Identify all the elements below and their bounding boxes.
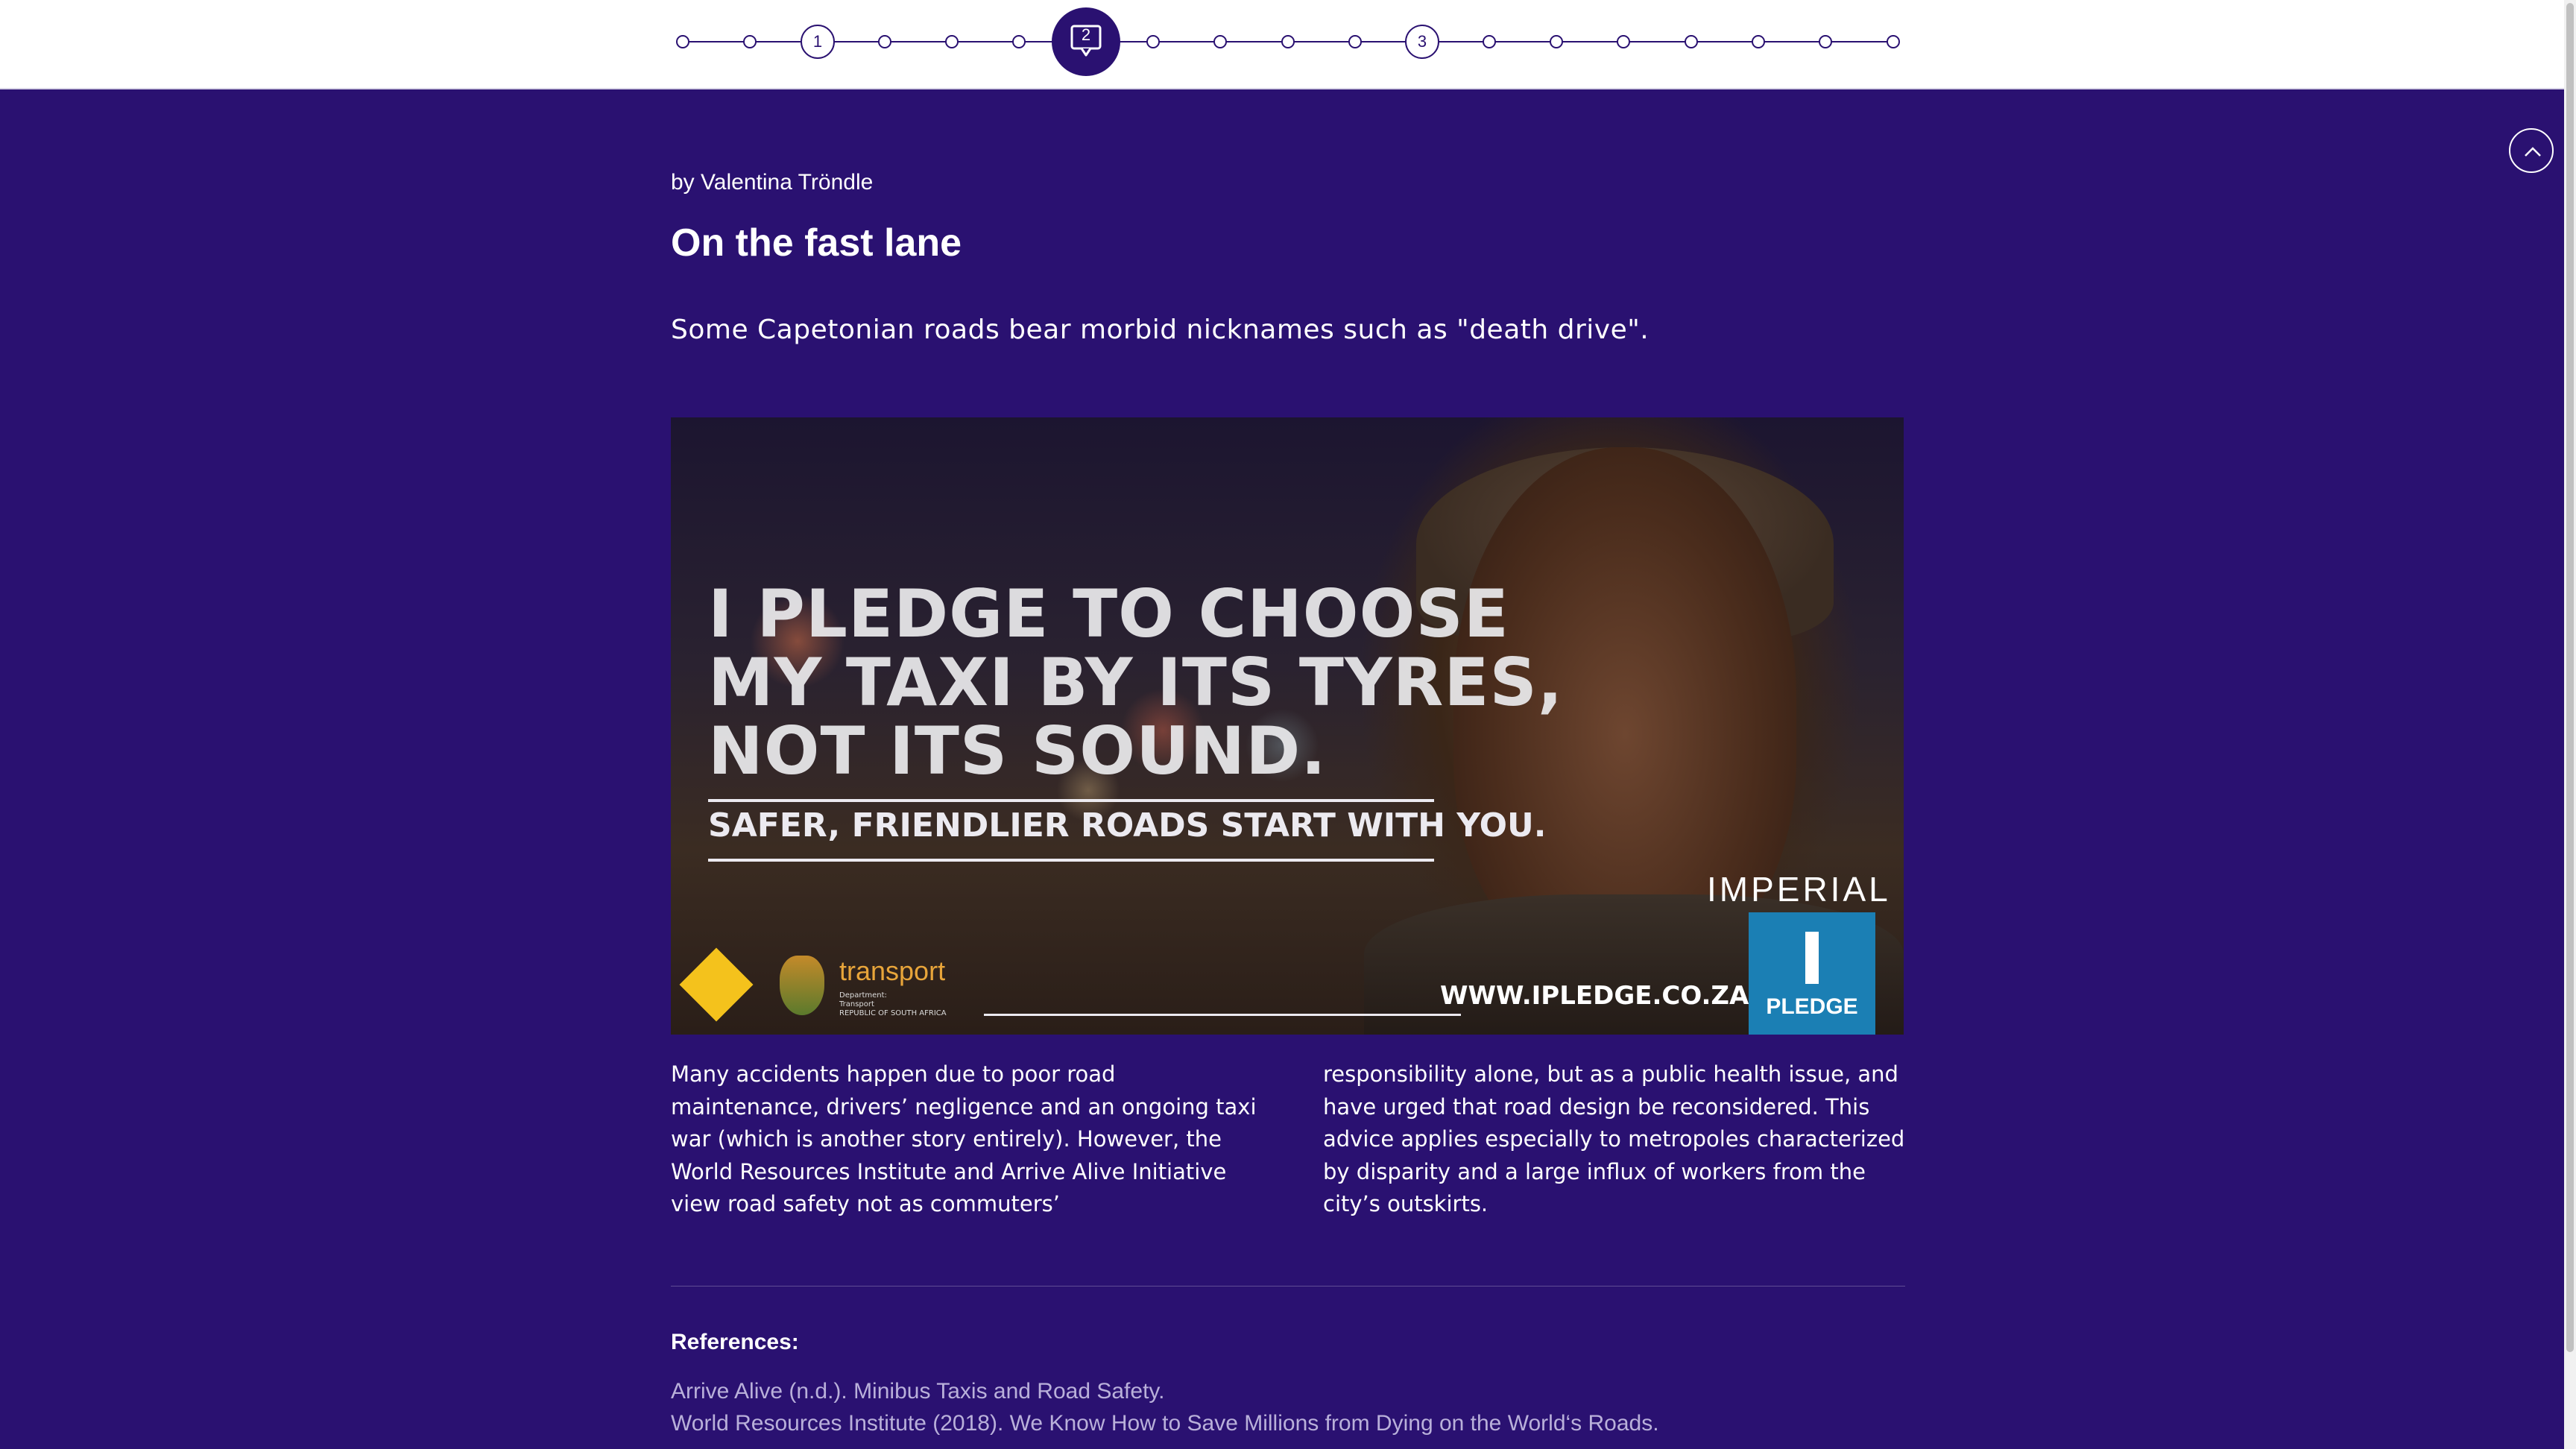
campaign-poster-image: I PLEDGE TO CHOOSE MY TAXI BY ITS TYRES,…	[671, 417, 1904, 1035]
body-column-left: Many accidents happen due to poor road m…	[671, 1061, 1257, 1216]
poster-headline: I PLEDGE TO CHOOSE MY TAXI BY ITS TYRES,…	[708, 580, 1563, 786]
poster-tagline: SAFER, FRIENDLIER ROADS START WITH YOU.	[708, 806, 1547, 845]
poster-headline-line: NOT ITS SOUND.	[708, 713, 1327, 789]
article-byline: by Valentina Tröndle	[671, 170, 874, 195]
chapter-3-marker[interactable]: 3	[1405, 25, 1439, 59]
progress-nav: 1 2 3	[0, 0, 2576, 89]
progress-dot[interactable]	[1752, 35, 1765, 48]
imperial-brand: IMPERIAL	[1707, 870, 1891, 909]
ipledge-label: PLEDGE	[1766, 994, 1858, 1019]
progress-dot[interactable]	[1617, 35, 1630, 48]
department-text: Department: Transport REPUBLIC OF SOUTH …	[839, 991, 947, 1017]
ipledge-logo: PLEDGE	[1749, 912, 1875, 1035]
poster-headline-line: I PLEDGE TO CHOOSE	[708, 575, 1509, 652]
progress-dot[interactable]	[878, 35, 891, 48]
chapter-2-marker-active[interactable]: 2	[1052, 7, 1120, 76]
progress-dot[interactable]	[1819, 35, 1832, 48]
chapter-1-marker[interactable]: 1	[801, 25, 835, 59]
scroll-to-top-button[interactable]	[2509, 128, 2554, 173]
poster-url: WWW.IPLEDGE.CO.ZA	[1440, 981, 1749, 1011]
poster-rule	[984, 1014, 1461, 1016]
progress-dot[interactable]	[1213, 35, 1227, 48]
progress-dot[interactable]	[1146, 35, 1160, 48]
reference-item: Arrive Alive (n.d.). Minibus Taxis and R…	[671, 1379, 1165, 1404]
poster-headline-line: MY TAXI BY ITS TYRES,	[708, 644, 1564, 721]
ipledge-i-mark	[1805, 932, 1819, 984]
section-divider	[671, 1286, 1905, 1287]
progress-dot[interactable]	[945, 35, 959, 48]
progress-dot[interactable]	[1483, 35, 1496, 48]
progress-dot[interactable]	[1281, 35, 1295, 48]
chapter-2-number: 2	[1081, 25, 1091, 44]
transport-label: transport	[839, 956, 946, 986]
progress-dot[interactable]	[1550, 35, 1563, 48]
progress-dot[interactable]	[743, 35, 757, 48]
article-lead: Some Capetonian roads bear morbid nickna…	[671, 315, 1650, 345]
arrive-alive-logo	[679, 947, 754, 1022]
coat-of-arms-logo	[780, 956, 824, 1015]
poster-rule	[708, 799, 1434, 802]
chevron-up-icon	[2525, 147, 2541, 157]
article-title: On the fast lane	[671, 221, 962, 265]
progress-dot[interactable]	[1348, 35, 1362, 48]
references-heading: References:	[671, 1330, 799, 1354]
progress-dot[interactable]	[1012, 35, 1026, 48]
page-scrollbar[interactable]	[2564, 0, 2576, 1449]
reference-item: World Resources Institute (2018). We Kno…	[671, 1411, 1659, 1436]
poster-rule	[708, 859, 1434, 862]
body-column-right: responsibility alone, but as a public he…	[1323, 1061, 1905, 1216]
progress-dot[interactable]	[1887, 35, 1900, 48]
scrollbar-thumb[interactable]	[2566, 3, 2574, 1352]
progress-dot[interactable]	[676, 35, 689, 48]
progress-dot[interactable]	[1685, 35, 1698, 48]
